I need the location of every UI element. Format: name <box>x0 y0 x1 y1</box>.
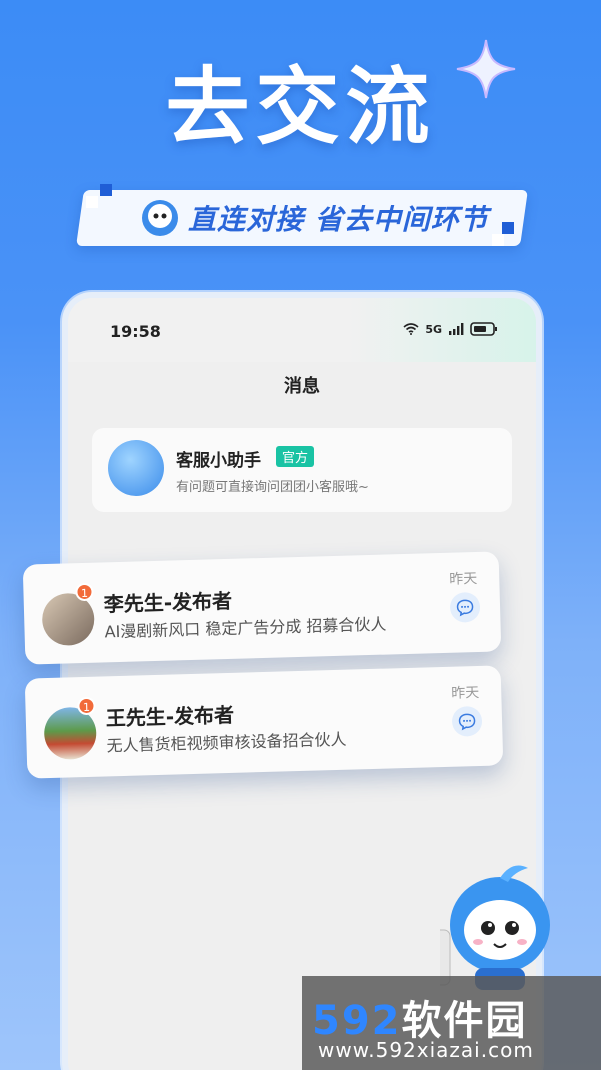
subtitle-text: 直连对接 省去中间环节 <box>188 203 489 236</box>
mascot-illustration <box>440 865 550 990</box>
signal-icon <box>449 323 464 335</box>
pixel-decor <box>502 222 514 234</box>
official-badge: 官方 <box>276 446 315 467</box>
pixel-decor <box>100 184 112 196</box>
chat-bubble-icon[interactable] <box>451 705 483 737</box>
chat-time: 昨天 <box>449 570 478 588</box>
chat-name: 李先生-发布者 <box>103 588 233 617</box>
chat-bubble-icon[interactable] <box>449 591 481 623</box>
assistant-avatar <box>108 440 164 496</box>
chat-item[interactable]: 1 李先生-发布者 AI漫剧新风口 稳定广告分成 招募合伙人 昨天 <box>22 551 502 665</box>
sparkle-icon <box>456 39 516 99</box>
wifi-icon <box>403 323 419 335</box>
subtitle: 直连对接 省去中间环节 <box>188 192 489 244</box>
unread-badge: 1 <box>77 696 96 716</box>
chat-name: 王先生-发布者 <box>105 702 235 731</box>
status-bar: 19:58 5G <box>68 298 536 362</box>
watermark-url: www.592xiazai.com <box>318 1038 534 1062</box>
assistant-chat-item[interactable]: 客服小助手 官方 有问题可直接询问团团小客服哦~ <box>92 428 512 512</box>
screen-title: 消息 <box>284 376 320 397</box>
assistant-message: 有问题可直接询问团团小客服哦~ <box>176 480 369 495</box>
chat-time: 昨天 <box>451 684 480 702</box>
pixel-decor <box>492 234 504 246</box>
chat-item[interactable]: 1 王先生-发布者 无人售货柜视频审核设备招合伙人 昨天 <box>24 665 504 779</box>
battery-icon <box>470 322 497 336</box>
mascot-icon <box>142 200 178 236</box>
unread-badge: 1 <box>75 582 94 602</box>
network-label: 5G <box>425 322 442 336</box>
pixel-decor <box>86 196 98 208</box>
status-icons: 5G <box>403 322 498 336</box>
status-time: 19:58 <box>110 322 161 341</box>
assistant-name: 客服小助手 <box>176 451 261 471</box>
